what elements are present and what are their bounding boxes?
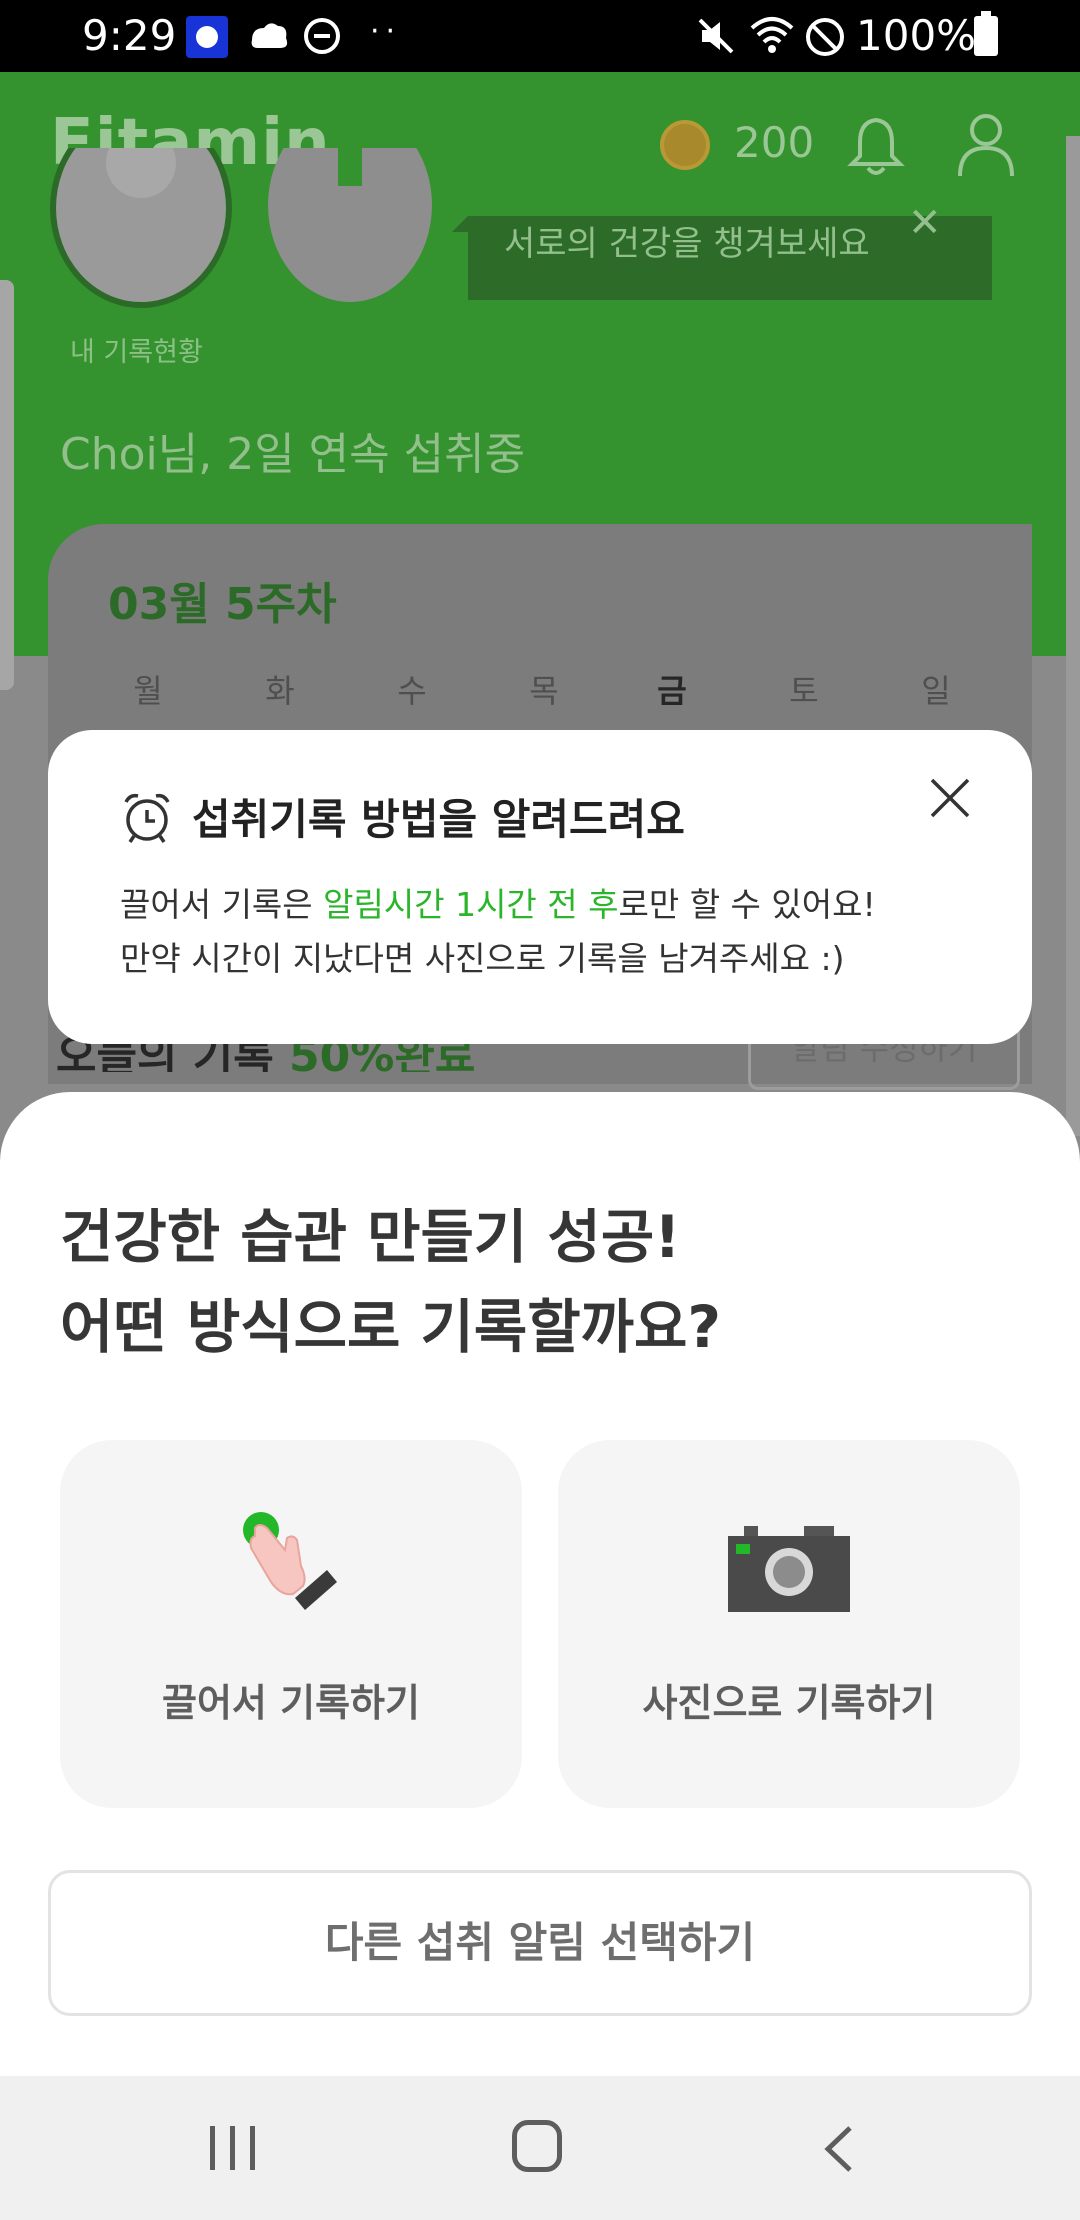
- streak-text: Choi님, 2일 연속 섭취중: [60, 429, 526, 480]
- weekday-tue: 화: [265, 672, 295, 710]
- navigation-bar: [0, 2076, 1080, 2220]
- coin-icon: [660, 120, 710, 170]
- profile-icon[interactable]: [956, 112, 1016, 178]
- weekday-sun: 일: [921, 672, 951, 710]
- bell-icon[interactable]: [846, 114, 906, 178]
- status-bar: 9:29 ·· 100%: [0, 0, 1080, 72]
- sheet-title-line2: 어떤 방식으로 기록할까요?: [60, 1293, 721, 1361]
- week-title: 03월 5주차: [108, 579, 337, 630]
- edge-panel-handle[interactable]: [0, 280, 14, 690]
- weekday-row: 월 화 수 목 금 토 일: [76, 666, 1010, 716]
- friend-tooltip: 서로의 건강을 챙겨보세요 ✕: [452, 200, 992, 300]
- more-notifications-icon: ··: [370, 14, 402, 49]
- mute-icon: [698, 18, 734, 54]
- record-method-sheet: 건강한 습관 만들기 성공! 어떤 방식으로 기록할까요? 끌어서 기록하기 사…: [0, 1092, 1080, 2076]
- cloud-icon: [251, 23, 288, 48]
- status-time: 9:29: [82, 11, 177, 60]
- plus-icon: [338, 148, 362, 186]
- photo-record-option[interactable]: 사진으로 기록하기: [558, 1440, 1020, 1808]
- weekday-fri: 금: [657, 672, 687, 710]
- weekday-wed: 수: [397, 672, 427, 710]
- info-popup: 섭취기록 방법을 알려드려요 끌어서 기록은 알림시간 1시간 전 후로만 할 …: [48, 730, 1032, 1044]
- info-title: 섭취기록 방법을 알려드려요: [192, 795, 685, 844]
- home-icon[interactable]: [512, 2120, 562, 2172]
- info-text-part: 끌어서 기록은: [120, 885, 324, 924]
- weekday-mon: 월: [133, 672, 163, 710]
- data-saver-icon: [806, 18, 844, 56]
- sheet-title-line1: 건강한 습관 만들기 성공!: [60, 1203, 681, 1271]
- scrollbar: [1066, 136, 1080, 1136]
- coin-count[interactable]: 200: [734, 118, 814, 167]
- my-record-avatar[interactable]: [50, 148, 232, 312]
- drag-record-label: 끌어서 기록하기: [162, 1681, 420, 1725]
- app-notification-icon: [186, 16, 228, 58]
- info-text-line1: 끌어서 기록은 알림시간 1시간 전 후로만 할 수 있어요!: [120, 878, 876, 926]
- weekday-sat: 토: [789, 672, 819, 710]
- battery-percent: 100%: [856, 11, 977, 60]
- wifi-icon: [750, 17, 794, 53]
- battery-icon: [974, 11, 998, 56]
- back-icon[interactable]: [818, 2124, 858, 2174]
- info-highlight: 알림시간 1시간 전 후: [323, 885, 619, 924]
- tooltip-close-icon[interactable]: ✕: [908, 200, 942, 246]
- add-friend-button[interactable]: [268, 148, 432, 302]
- camera-icon: [728, 1526, 850, 1612]
- my-record-label: 내 기록현황: [70, 337, 203, 368]
- info-text-part: 로만 할 수 있어요!: [618, 885, 876, 924]
- weekday-thu: 목: [529, 672, 559, 710]
- sheet-title: 건강한 습관 만들기 성공! 어떤 방식으로 기록할까요?: [60, 1192, 721, 1372]
- recent-apps-icon[interactable]: [206, 2124, 262, 2172]
- select-other-alarm-button[interactable]: 다른 섭취 알림 선택하기: [48, 1870, 1032, 2016]
- close-icon[interactable]: [926, 774, 974, 822]
- alarm-clock-icon: [124, 793, 170, 843]
- info-text-line2: 만약 시간이 지났다면 사진으로 기록을 남겨주세요 :): [120, 939, 845, 978]
- photo-record-label: 사진으로 기록하기: [642, 1681, 936, 1725]
- drag-record-option[interactable]: 끌어서 기록하기: [60, 1440, 522, 1808]
- hand-drag-icon: [243, 1512, 337, 1610]
- do-not-disturb-icon: [304, 18, 340, 54]
- tooltip-text: 서로의 건강을 챙겨보세요: [504, 224, 870, 264]
